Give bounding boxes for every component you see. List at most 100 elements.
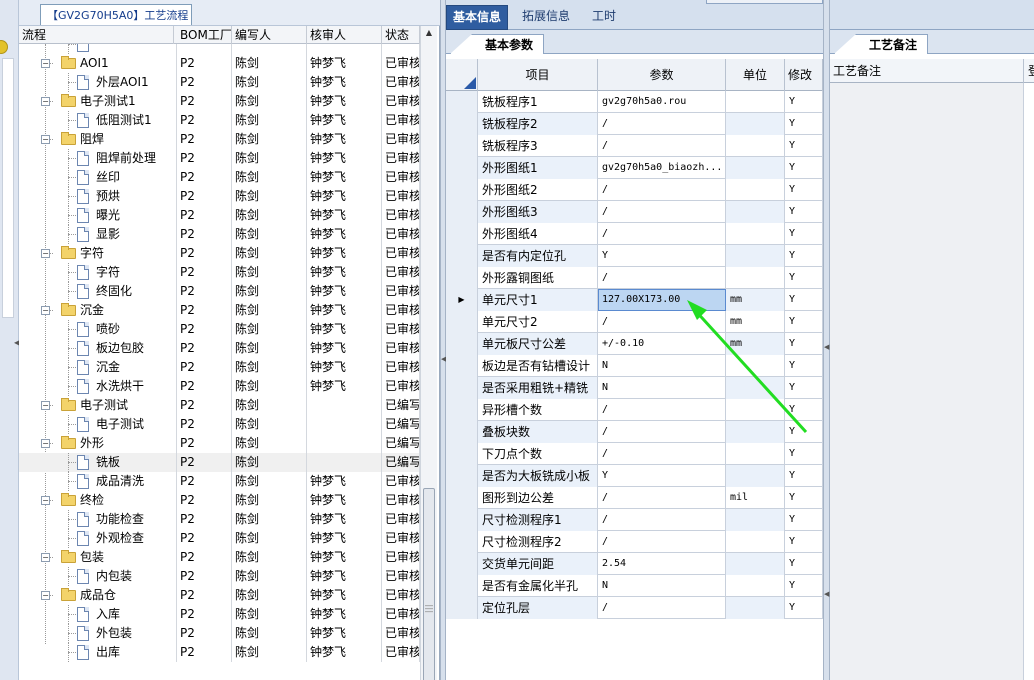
tree-item-row[interactable]	[19, 44, 420, 54]
row-header[interactable]	[446, 553, 478, 575]
row-header[interactable]	[446, 333, 478, 355]
tree-folder-row[interactable]: − 字符 P2 陈剑 钟梦飞 已审核	[19, 244, 420, 263]
cell-param[interactable]: /	[598, 179, 726, 201]
cell-param[interactable]: gv2g70h5a0.rou	[598, 91, 726, 113]
cell-modify[interactable]: Y	[785, 245, 823, 267]
row-header[interactable]	[446, 135, 478, 157]
param-row[interactable]: 是否有金属化半孔 N Y	[446, 575, 823, 597]
cell-unit[interactable]: mil	[726, 487, 785, 509]
tree-folder-row[interactable]: − 外形 P2 陈剑 已编写	[19, 434, 420, 453]
tree-item-row[interactable]: 功能检查 P2 陈剑 钟梦飞 已审核	[19, 510, 420, 529]
tree-item-row[interactable]: 电子测试 P2 陈剑 已编写	[19, 415, 420, 434]
row-header[interactable]	[446, 157, 478, 179]
tree-item-row[interactable]: 终固化 P2 陈剑 钟梦飞 已审核	[19, 282, 420, 301]
cell-modify[interactable]: Y	[785, 223, 823, 245]
col-header-modify[interactable]: 修改	[785, 59, 823, 91]
col-header-register[interactable]: 登	[1028, 59, 1034, 83]
cell-unit[interactable]	[726, 135, 785, 157]
tree-item-row[interactable]: 外包装 P2 陈剑 钟梦飞 已审核	[19, 624, 420, 643]
row-header[interactable]	[446, 245, 478, 267]
cell-unit[interactable]	[726, 113, 785, 135]
row-header[interactable]	[446, 465, 478, 487]
cell-modify[interactable]: Y	[785, 267, 823, 289]
tree-item-row[interactable]: 内包装 P2 陈剑 钟梦飞 已审核	[19, 567, 420, 586]
row-header[interactable]	[446, 597, 478, 619]
param-row[interactable]: 铣板程序3/ Y	[446, 135, 823, 157]
tree-folder-row[interactable]: − 沉金 P2 陈剑 钟梦飞 已审核	[19, 301, 420, 320]
cell-modify[interactable]: Y	[785, 201, 823, 223]
cell-unit[interactable]	[726, 597, 785, 619]
row-header[interactable]	[446, 179, 478, 201]
row-header[interactable]	[446, 223, 478, 245]
right-splitter[interactable]: ◀ ◀	[823, 0, 830, 680]
expand-toggle-icon[interactable]: −	[41, 591, 50, 600]
col-header-reviewer[interactable]: 核审人	[307, 26, 382, 44]
cell-modify[interactable]: Y	[785, 465, 823, 487]
cell-unit[interactable]	[726, 201, 785, 223]
cell-param[interactable]: N	[598, 575, 726, 597]
row-header[interactable]	[446, 509, 478, 531]
tab-basic-info[interactable]: 基本信息	[446, 5, 509, 30]
row-header[interactable]	[446, 91, 478, 113]
tree-item-row[interactable]: 板边包胶 P2 陈剑 钟梦飞 已审核	[19, 339, 420, 358]
tree-item-row[interactable]: 铣板 P2 陈剑 已编写	[19, 453, 420, 472]
tree-item-row[interactable]: 低阻测试1 P2 陈剑 钟梦飞 已审核	[19, 111, 420, 130]
cell-param[interactable]: 2.54	[598, 553, 726, 575]
scroll-up-icon[interactable]: ▲	[421, 28, 437, 42]
row-header[interactable]: ▶	[446, 289, 478, 311]
cell-modify[interactable]: Y	[785, 135, 823, 157]
param-row[interactable]: 外形图纸1 gv2g70h5a0_biaozh... Y	[446, 157, 823, 179]
tree-item-row[interactable]: 入库 P2 陈剑 钟梦飞 已审核	[19, 605, 420, 624]
cell-unit[interactable]	[726, 157, 785, 179]
expand-toggle-icon[interactable]: −	[41, 401, 50, 410]
cell-modify[interactable]: Y	[785, 113, 823, 135]
tree-item-row[interactable]: 外层AOI1 P2 陈剑 钟梦飞 已审核	[19, 73, 420, 92]
expand-toggle-icon[interactable]: −	[41, 553, 50, 562]
param-row[interactable]: 定位孔层 / Y	[446, 597, 823, 619]
expand-toggle-icon[interactable]: −	[41, 97, 50, 106]
row-header[interactable]	[446, 399, 478, 421]
cell-param[interactable]: /	[598, 443, 726, 465]
remarks-area[interactable]	[830, 83, 1024, 680]
cell-param[interactable]: /	[598, 597, 726, 619]
cell-modify[interactable]: Y	[785, 531, 823, 553]
cell-unit[interactable]	[726, 553, 785, 575]
row-header[interactable]	[446, 311, 478, 333]
row-header[interactable]	[446, 421, 478, 443]
param-row[interactable]: 图形到边公差 / mil Y	[446, 487, 823, 509]
cell-param[interactable]: /	[598, 531, 726, 553]
cell-modify[interactable]: Y	[785, 157, 823, 179]
cell-modify[interactable]: Y	[785, 575, 823, 597]
cell-modify[interactable]: Y	[785, 597, 823, 619]
cell-param[interactable]: /	[598, 135, 726, 157]
tree-folder-row[interactable]: − 包装 P2 陈剑 钟梦飞 已审核	[19, 548, 420, 567]
param-row[interactable]: 外形图纸3/ Y	[446, 201, 823, 223]
tree-folder-row[interactable]: − 阻焊 P2 陈剑 钟梦飞 已审核	[19, 130, 420, 149]
tree-item-row[interactable]: 显影 P2 陈剑 钟梦飞 已审核	[19, 225, 420, 244]
tree-folder-row[interactable]: − 成品仓 P2 陈剑 钟梦飞 已审核	[19, 586, 420, 605]
cell-modify[interactable]: Y	[785, 91, 823, 113]
row-header[interactable]	[446, 267, 478, 289]
tree-folder-row[interactable]: − AOI1 P2 陈剑 钟梦飞 已审核	[19, 54, 420, 73]
param-row[interactable]: 外形图纸4/ Y	[446, 223, 823, 245]
row-header[interactable]	[446, 355, 478, 377]
cell-param[interactable]: gv2g70h5a0_biaozh...	[598, 157, 726, 179]
row-header[interactable]	[446, 443, 478, 465]
tree-item-row[interactable]: 出库 P2 陈剑 钟梦飞 已审核	[19, 643, 420, 662]
cell-unit[interactable]	[726, 267, 785, 289]
cell-param[interactable]: /	[598, 113, 726, 135]
col-header-unit[interactable]: 单位	[726, 59, 785, 91]
param-row[interactable]: 尺寸检测程序2/ Y	[446, 531, 823, 553]
tree-item-row[interactable]: 预烘 P2 陈剑 钟梦飞 已审核	[19, 187, 420, 206]
col-header-status[interactable]: 状态	[382, 26, 420, 44]
cell-modify[interactable]: Y	[785, 553, 823, 575]
cell-unit[interactable]	[726, 179, 785, 201]
cell-unit[interactable]	[726, 465, 785, 487]
expand-toggle-icon[interactable]: −	[41, 439, 50, 448]
cell-param[interactable]: /	[598, 267, 726, 289]
tree-folder-row[interactable]: − 电子测试 P2 陈剑 已编写	[19, 396, 420, 415]
row-header[interactable]	[446, 575, 478, 597]
param-row[interactable]: 下刀点个数 / Y	[446, 443, 823, 465]
expand-toggle-icon[interactable]: −	[41, 135, 50, 144]
tree-item-row[interactable]: 成品清洗 P2 陈剑 钟梦飞 已审核	[19, 472, 420, 491]
